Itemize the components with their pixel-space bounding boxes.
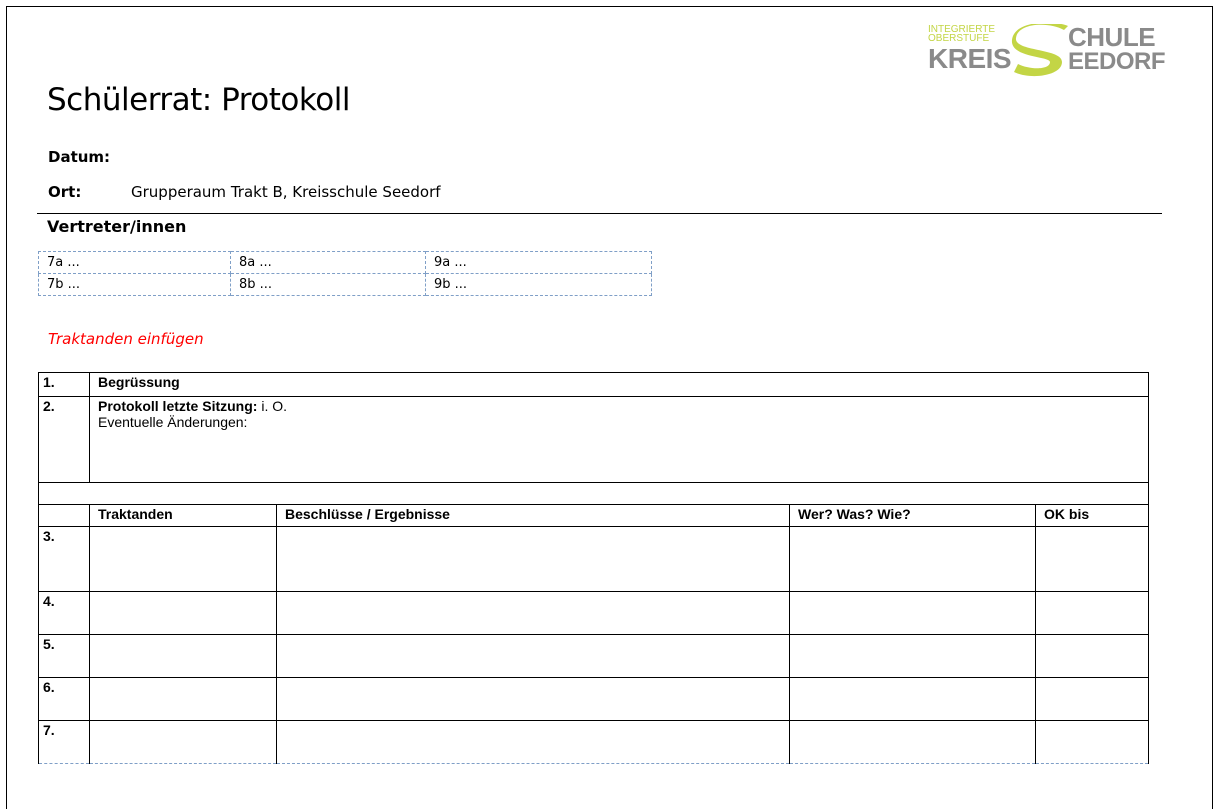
table-row: 6. xyxy=(38,677,1149,721)
rep-cell[interactable]: 8b ... xyxy=(230,273,426,296)
agenda-number: 4. xyxy=(38,591,90,635)
datum-label: Datum: xyxy=(48,148,111,166)
table-row: 4. xyxy=(38,591,1149,635)
agenda-number: 2. xyxy=(38,396,90,483)
agenda-number: 1. xyxy=(38,372,90,397)
ort-value: Grupperaum Trakt B, Kreisschule Seedorf xyxy=(131,183,441,201)
ok-bis-cell[interactable] xyxy=(1035,591,1149,635)
traktanden-cell[interactable] xyxy=(89,720,277,764)
representatives-table: 7a ... 8a ... 9a ... 7b ... 8b ... 9b ..… xyxy=(38,251,652,296)
agenda-number: 5. xyxy=(38,634,90,678)
representatives-heading: Vertreter/innen xyxy=(47,217,187,236)
page-title: Schülerrat: Protokoll xyxy=(47,82,350,118)
logo-s-mark-icon xyxy=(1011,24,1068,77)
header-traktanden: Traktanden xyxy=(89,504,277,527)
logo-eedorf: EEDORF xyxy=(1068,48,1166,75)
protokoll-changes: Eventuelle Änderungen: xyxy=(98,414,248,430)
rep-cell[interactable]: 9b ... xyxy=(425,273,652,296)
agenda-number: 3. xyxy=(38,526,90,592)
ok-bis-cell[interactable] xyxy=(1035,526,1149,592)
ort-label: Ort: xyxy=(48,183,82,201)
protokoll-label: Protokoll letzte Sitzung: xyxy=(98,398,258,414)
beschluesse-cell[interactable] xyxy=(276,720,790,764)
rep-cell[interactable]: 8a ... xyxy=(230,251,426,274)
wer-was-wie-cell[interactable] xyxy=(789,677,1036,721)
traktanden-cell[interactable] xyxy=(89,634,277,678)
rep-cell[interactable]: 7b ... xyxy=(38,273,231,296)
table-row: 7a ... 8a ... 9a ... xyxy=(38,251,652,274)
agenda-item-begruessung[interactable]: Begrüssung xyxy=(89,372,1149,397)
traktanden-cell[interactable] xyxy=(89,591,277,635)
wer-was-wie-cell[interactable] xyxy=(789,526,1036,592)
header-beschluesse: Beschlüsse / Ergebnisse xyxy=(276,504,790,527)
table-row: 3. xyxy=(38,526,1149,592)
traktanden-cell[interactable] xyxy=(89,677,277,721)
agenda-number: 7. xyxy=(38,720,90,764)
wer-was-wie-cell[interactable] xyxy=(789,591,1036,635)
header-ok-bis: OK bis xyxy=(1035,504,1149,527)
beschluesse-cell[interactable] xyxy=(276,526,790,592)
wer-was-wie-cell[interactable] xyxy=(789,634,1036,678)
table-row: 7b ... 8b ... 9b ... xyxy=(38,273,652,296)
traktanden-cell[interactable] xyxy=(89,526,277,592)
rep-cell[interactable]: 9a ... xyxy=(425,251,652,274)
table-row: 7. xyxy=(38,720,1149,764)
ok-bis-cell[interactable] xyxy=(1035,720,1149,764)
table-row xyxy=(38,482,1149,505)
table-header-row: Traktanden Beschlüsse / Ergebnisse Wer? … xyxy=(38,504,1149,527)
protokoll-value: i. O. xyxy=(257,398,288,414)
ok-bis-cell[interactable] xyxy=(1035,677,1149,721)
beschluesse-cell[interactable] xyxy=(276,634,790,678)
header-empty xyxy=(38,504,90,527)
spacer-row xyxy=(38,482,1149,505)
logo-kreis: KREIS xyxy=(928,43,1012,74)
rep-cell[interactable]: 7a ... xyxy=(38,251,231,274)
beschluesse-cell[interactable] xyxy=(276,591,790,635)
agenda-hint: Traktanden einfügen xyxy=(48,330,204,348)
table-row: 5. xyxy=(38,634,1149,678)
agenda-table: 1. Begrüssung 2. Protokoll letzte Sitzun… xyxy=(38,372,1149,764)
wer-was-wie-cell[interactable] xyxy=(789,720,1036,764)
header-wer-was-wie: Wer? Was? Wie? xyxy=(789,504,1036,527)
ok-bis-cell[interactable] xyxy=(1035,634,1149,678)
school-logo: INTEGRIERTE OBERSTUFE KREIS CHULE EEDORF xyxy=(928,22,1166,80)
divider xyxy=(37,213,1162,214)
agenda-item-protokoll[interactable]: Protokoll letzte Sitzung: i. O. Eventuel… xyxy=(89,396,1149,483)
agenda-number: 6. xyxy=(38,677,90,721)
beschluesse-cell[interactable] xyxy=(276,677,790,721)
table-row: 1. Begrüssung xyxy=(38,372,1149,397)
table-row: 2. Protokoll letzte Sitzung: i. O. Event… xyxy=(38,396,1149,483)
